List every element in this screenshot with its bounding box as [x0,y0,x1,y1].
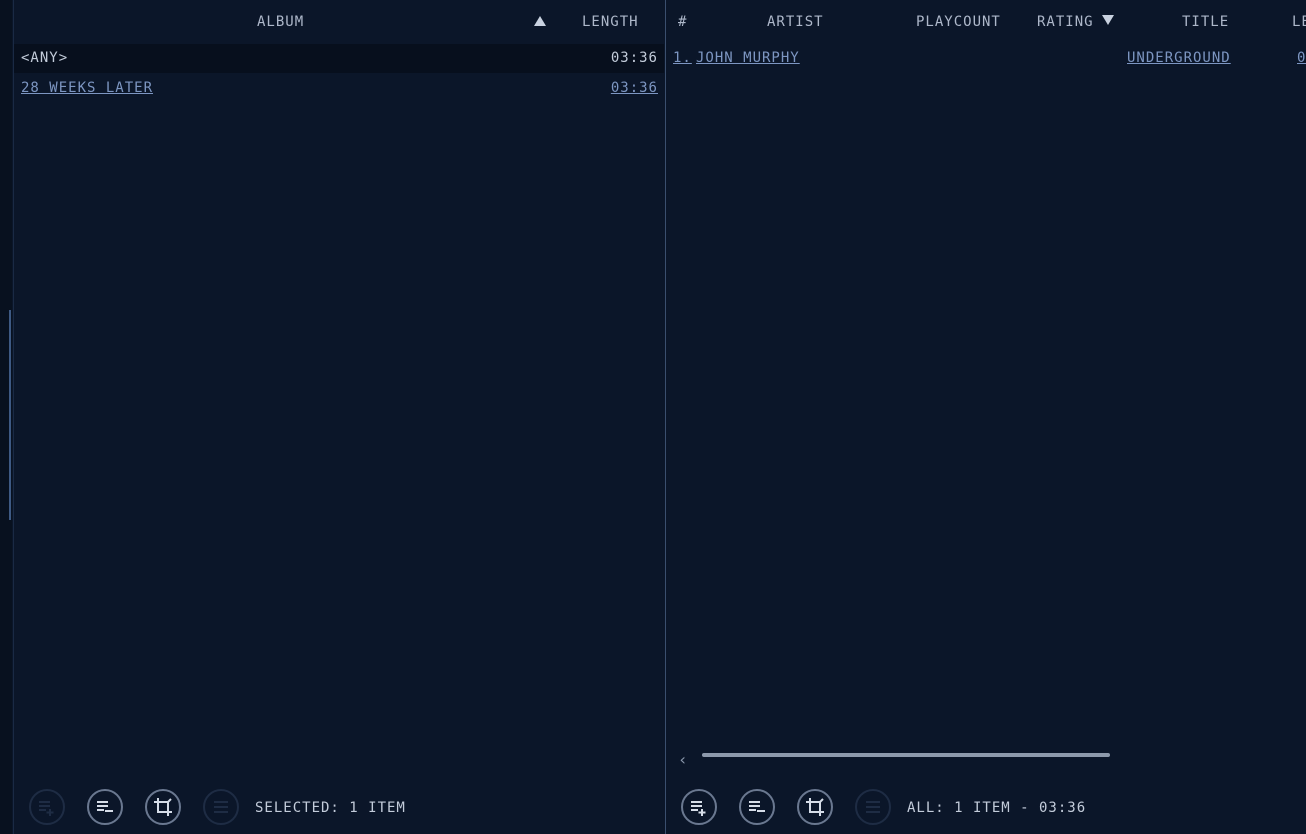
column-header-title[interactable]: TITLE [1182,14,1229,30]
column-header-artist[interactable]: ARTIST [767,14,824,30]
column-header-length[interactable]: LE [1292,14,1306,30]
album-length-link[interactable]: 03:36 [611,80,658,96]
remove-from-playlist-icon [97,801,113,812]
album-row[interactable]: 28 WEEKS LATER 03:36 [14,74,664,103]
track-row[interactable]: 1. JOHN MURPHY UNDERGROUND 0 [666,44,1306,73]
track-pane-header: # ARTIST PLAYCOUNT RATING TITLE LE [666,0,1306,44]
selection-status: SELECTED: 1 ITEM [255,800,406,816]
left-window-edge [0,0,12,834]
scrollbar-thumb[interactable] [702,753,1110,757]
album-length: 03:36 [610,50,658,66]
add-to-playlist-icon [39,801,54,816]
remove-from-playlist-icon [749,801,765,812]
add-to-playlist-button[interactable] [29,789,65,825]
crop-button[interactable] [797,789,833,825]
crop-icon [806,798,824,816]
track-length-link[interactable]: 0 [1297,50,1306,66]
album-name-link[interactable]: 28 WEEKS LATER [21,80,153,96]
sort-ascending-icon[interactable] [534,16,546,26]
album-name: <ANY> [21,50,69,66]
scroll-left-icon[interactable]: ‹ [678,750,688,769]
menu-list-button[interactable] [203,789,239,825]
track-artist-link[interactable]: JOHN MURPHY [696,50,800,66]
track-pane: # ARTIST PLAYCOUNT RATING TITLE LE 1. JO… [665,0,1306,834]
album-pane: ALBUM LENGTH <ANY> 03:36 28 WEEKS LATER … [13,0,664,834]
column-header-album[interactable]: ALBUM [257,14,304,30]
album-pane-header: ALBUM LENGTH [14,0,664,44]
sort-descending-icon [1101,15,1114,25]
crop-icon [154,798,172,816]
album-pane-footer: SELECTED: 1 ITEM [14,770,664,834]
crop-button[interactable] [145,789,181,825]
horizontal-scrollbar[interactable]: ‹ [674,748,1114,769]
menu-list-icon [866,801,880,813]
remove-from-playlist-button[interactable] [87,789,123,825]
track-pane-footer: ALL: 1 ITEM - 03:36 [666,770,1306,834]
track-title-link[interactable]: UNDERGROUND [1127,50,1231,66]
menu-list-icon [214,801,228,813]
remove-from-playlist-button[interactable] [739,789,775,825]
music-library-window: ALBUM LENGTH <ANY> 03:36 28 WEEKS LATER … [0,0,1306,834]
column-header-rating[interactable]: RATING [1037,14,1114,30]
column-header-length[interactable]: LENGTH [582,14,639,30]
column-header-playcount[interactable]: PLAYCOUNT [916,14,1001,30]
edge-indicator [9,310,11,520]
column-header-rating-label: RATING [1037,14,1094,30]
add-to-playlist-icon [691,801,706,816]
album-row-any[interactable]: <ANY> 03:36 [14,44,664,73]
track-number[interactable]: 1. [673,50,692,66]
column-header-number[interactable]: # [678,14,687,30]
add-to-playlist-button[interactable] [681,789,717,825]
menu-list-button[interactable] [855,789,891,825]
playlist-status: ALL: 1 ITEM - 03:36 [907,800,1087,816]
